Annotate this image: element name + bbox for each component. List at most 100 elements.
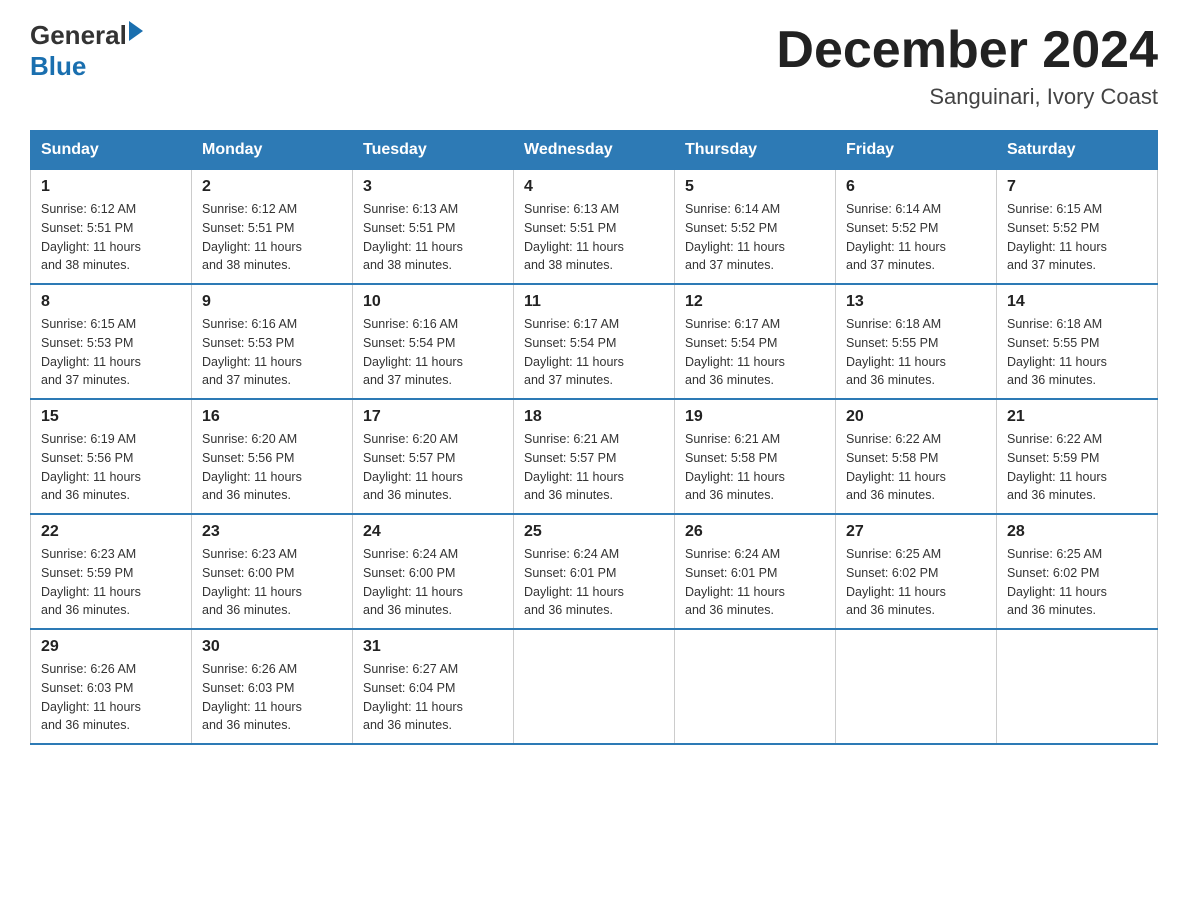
calendar-cell: 14 Sunrise: 6:18 AMSunset: 5:55 PMDayligh… [997, 284, 1158, 399]
day-info: Sunrise: 6:23 AMSunset: 6:00 PMDaylight:… [202, 545, 342, 620]
calendar-cell: 11 Sunrise: 6:17 AMSunset: 5:54 PMDayligh… [514, 284, 675, 399]
day-info: Sunrise: 6:14 AMSunset: 5:52 PMDaylight:… [685, 200, 825, 275]
calendar-cell [675, 629, 836, 744]
day-number: 18 [524, 408, 664, 426]
calendar-cell [514, 629, 675, 744]
calendar-cell [836, 629, 997, 744]
day-number: 12 [685, 293, 825, 311]
day-info: Sunrise: 6:25 AMSunset: 6:02 PMDaylight:… [846, 545, 986, 620]
day-info: Sunrise: 6:26 AMSunset: 6:03 PMDaylight:… [202, 660, 342, 735]
day-number: 24 [363, 523, 503, 541]
logo-arrow-icon [129, 21, 143, 41]
day-number: 1 [41, 178, 181, 196]
day-info: Sunrise: 6:14 AMSunset: 5:52 PMDaylight:… [846, 200, 986, 275]
header-thursday: Thursday [675, 131, 836, 170]
calendar-cell: 30 Sunrise: 6:26 AMSunset: 6:03 PMDayligh… [192, 629, 353, 744]
day-info: Sunrise: 6:15 AMSunset: 5:53 PMDaylight:… [41, 315, 181, 390]
day-info: Sunrise: 6:24 AMSunset: 6:01 PMDaylight:… [685, 545, 825, 620]
day-number: 19 [685, 408, 825, 426]
calendar-cell: 20 Sunrise: 6:22 AMSunset: 5:58 PMDayligh… [836, 399, 997, 514]
day-info: Sunrise: 6:12 AMSunset: 5:51 PMDaylight:… [41, 200, 181, 275]
day-number: 3 [363, 178, 503, 196]
day-info: Sunrise: 6:17 AMSunset: 5:54 PMDaylight:… [524, 315, 664, 390]
calendar-cell: 15 Sunrise: 6:19 AMSunset: 5:56 PMDayligh… [31, 399, 192, 514]
day-number: 15 [41, 408, 181, 426]
day-number: 29 [41, 638, 181, 656]
calendar-week-row: 29 Sunrise: 6:26 AMSunset: 6:03 PMDayligh… [31, 629, 1158, 744]
day-info: Sunrise: 6:15 AMSunset: 5:52 PMDaylight:… [1007, 200, 1147, 275]
calendar-week-row: 22 Sunrise: 6:23 AMSunset: 5:59 PMDayligh… [31, 514, 1158, 629]
day-info: Sunrise: 6:25 AMSunset: 6:02 PMDaylight:… [1007, 545, 1147, 620]
day-number: 20 [846, 408, 986, 426]
day-number: 31 [363, 638, 503, 656]
header-tuesday: Tuesday [353, 131, 514, 170]
day-info: Sunrise: 6:22 AMSunset: 5:58 PMDaylight:… [846, 430, 986, 505]
calendar-cell: 17 Sunrise: 6:20 AMSunset: 5:57 PMDayligh… [353, 399, 514, 514]
header-saturday: Saturday [997, 131, 1158, 170]
page-header: General Blue December 2024 Sanguinari, I… [30, 20, 1158, 110]
title-area: December 2024 Sanguinari, Ivory Coast [776, 20, 1158, 110]
day-number: 26 [685, 523, 825, 541]
logo-blue-text: Blue [30, 51, 86, 82]
calendar-week-row: 1 Sunrise: 6:12 AMSunset: 5:51 PMDaylight… [31, 170, 1158, 285]
calendar-header-row: SundayMondayTuesdayWednesdayThursdayFrid… [31, 131, 1158, 170]
day-number: 17 [363, 408, 503, 426]
calendar-cell: 23 Sunrise: 6:23 AMSunset: 6:00 PMDayligh… [192, 514, 353, 629]
calendar-week-row: 8Sunrise: 6:15 AMSunset: 5:53 PMDaylight… [31, 284, 1158, 399]
header-monday: Monday [192, 131, 353, 170]
day-number: 25 [524, 523, 664, 541]
day-info: Sunrise: 6:26 AMSunset: 6:03 PMDaylight:… [41, 660, 181, 735]
calendar-cell: 2Sunrise: 6:12 AMSunset: 5:51 PMDaylight… [192, 170, 353, 285]
day-number: 4 [524, 178, 664, 196]
day-number: 27 [846, 523, 986, 541]
calendar-cell: 1 Sunrise: 6:12 AMSunset: 5:51 PMDaylight… [31, 170, 192, 285]
day-number: 21 [1007, 408, 1147, 426]
day-number: 5 [685, 178, 825, 196]
day-info: Sunrise: 6:18 AMSunset: 5:55 PMDaylight:… [846, 315, 986, 390]
logo: General Blue [30, 20, 143, 82]
day-number: 11 [524, 293, 664, 311]
day-info: Sunrise: 6:24 AMSunset: 6:01 PMDaylight:… [524, 545, 664, 620]
header-sunday: Sunday [31, 131, 192, 170]
calendar-cell: 6 Sunrise: 6:14 AMSunset: 5:52 PMDaylight… [836, 170, 997, 285]
day-number: 9 [202, 293, 342, 311]
day-number: 30 [202, 638, 342, 656]
day-info: Sunrise: 6:20 AMSunset: 5:57 PMDaylight:… [363, 430, 503, 505]
day-number: 10 [363, 293, 503, 311]
calendar-cell: 16Sunrise: 6:20 AMSunset: 5:56 PMDayligh… [192, 399, 353, 514]
day-info: Sunrise: 6:12 AMSunset: 5:51 PMDaylight:… [202, 200, 342, 275]
day-info: Sunrise: 6:16 AMSunset: 5:54 PMDaylight:… [363, 315, 503, 390]
header-wednesday: Wednesday [514, 131, 675, 170]
logo-general-text: General [30, 20, 127, 51]
day-info: Sunrise: 6:13 AMSunset: 5:51 PMDaylight:… [524, 200, 664, 275]
day-number: 22 [41, 523, 181, 541]
day-info: Sunrise: 6:18 AMSunset: 5:55 PMDaylight:… [1007, 315, 1147, 390]
day-number: 13 [846, 293, 986, 311]
day-number: 23 [202, 523, 342, 541]
calendar-cell: 22 Sunrise: 6:23 AMSunset: 5:59 PMDayligh… [31, 514, 192, 629]
calendar-cell: 24 Sunrise: 6:24 AMSunset: 6:00 PMDayligh… [353, 514, 514, 629]
calendar-cell: 31Sunrise: 6:27 AMSunset: 6:04 PMDayligh… [353, 629, 514, 744]
day-number: 14 [1007, 293, 1147, 311]
calendar-cell [997, 629, 1158, 744]
day-info: Sunrise: 6:23 AMSunset: 5:59 PMDaylight:… [41, 545, 181, 620]
day-info: Sunrise: 6:22 AMSunset: 5:59 PMDaylight:… [1007, 430, 1147, 505]
calendar-cell: 13 Sunrise: 6:18 AMSunset: 5:55 PMDayligh… [836, 284, 997, 399]
calendar-cell: 8Sunrise: 6:15 AMSunset: 5:53 PMDaylight… [31, 284, 192, 399]
calendar-cell: 9Sunrise: 6:16 AMSunset: 5:53 PMDaylight… [192, 284, 353, 399]
calendar-cell: 5 Sunrise: 6:14 AMSunset: 5:52 PMDaylight… [675, 170, 836, 285]
header-friday: Friday [836, 131, 997, 170]
calendar-cell: 19Sunrise: 6:21 AMSunset: 5:58 PMDayligh… [675, 399, 836, 514]
day-number: 6 [846, 178, 986, 196]
calendar-cell: 27 Sunrise: 6:25 AMSunset: 6:02 PMDayligh… [836, 514, 997, 629]
day-number: 7 [1007, 178, 1147, 196]
calendar-location: Sanguinari, Ivory Coast [776, 84, 1158, 110]
day-info: Sunrise: 6:19 AMSunset: 5:56 PMDaylight:… [41, 430, 181, 505]
calendar-cell: 7 Sunrise: 6:15 AMSunset: 5:52 PMDaylight… [997, 170, 1158, 285]
calendar-cell: 29 Sunrise: 6:26 AMSunset: 6:03 PMDayligh… [31, 629, 192, 744]
calendar-week-row: 15 Sunrise: 6:19 AMSunset: 5:56 PMDayligh… [31, 399, 1158, 514]
day-number: 28 [1007, 523, 1147, 541]
day-info: Sunrise: 6:13 AMSunset: 5:51 PMDaylight:… [363, 200, 503, 275]
calendar-title: December 2024 [776, 20, 1158, 80]
day-info: Sunrise: 6:24 AMSunset: 6:00 PMDaylight:… [363, 545, 503, 620]
